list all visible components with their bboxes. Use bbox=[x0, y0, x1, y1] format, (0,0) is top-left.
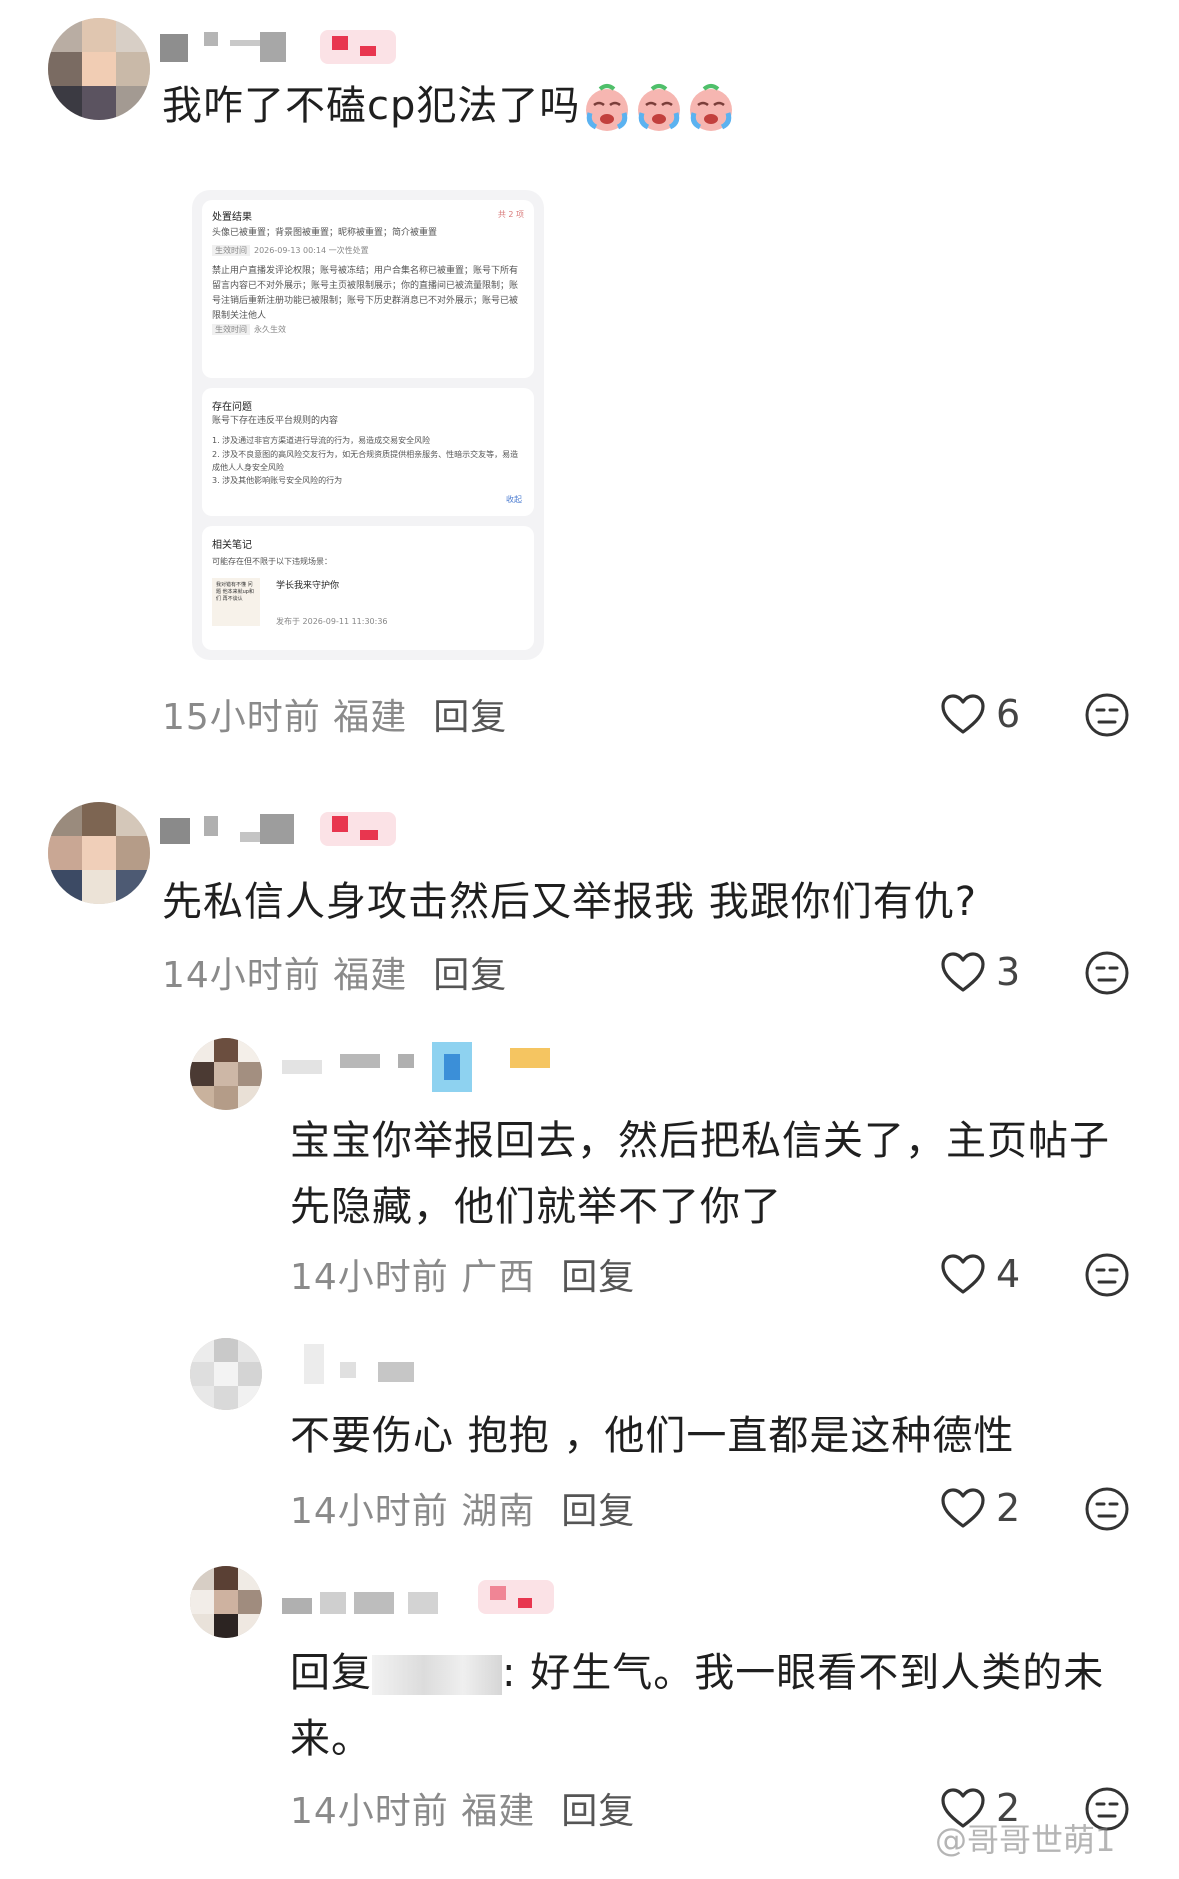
like-count: 3 bbox=[996, 950, 1021, 994]
note-title[interactable]: 学长我来守护你 bbox=[276, 578, 339, 591]
reply-button[interactable]: 回复 bbox=[561, 1257, 635, 1298]
result-line: 头像已被重置；背景图被重置；昵称被重置；简介被重置 bbox=[212, 228, 438, 238]
neutral-face-icon[interactable] bbox=[1084, 950, 1130, 996]
note-time: 发布于 2026-09-11 11:30:36 bbox=[276, 617, 388, 626]
comment-text: 我咋了不磕cp犯法了吗 bbox=[162, 78, 1062, 134]
avatar[interactable] bbox=[190, 1038, 262, 1110]
avatar[interactable] bbox=[190, 1566, 262, 1638]
effect-time: 生效时间 2026-09-13 00:14 一次性处置 bbox=[212, 245, 369, 256]
collapse-link[interactable]: 收起 bbox=[506, 494, 522, 505]
like-count: 2 bbox=[996, 1486, 1021, 1530]
attached-screenshot[interactable]: 处置结果 共 2 项 头像已被重置；背景图被重置；昵称被重置；简介被重置 生效时… bbox=[192, 190, 544, 660]
crying-face-emoji bbox=[586, 84, 629, 131]
issue-item: 3. 涉及其他影响账号安全风险的行为 bbox=[212, 476, 343, 485]
username-redacted[interactable] bbox=[160, 30, 400, 66]
reply-button[interactable]: 回复 bbox=[561, 1791, 635, 1832]
result-line: 禁止用户直播发评论权限；账号被冻结；用户合集名称已被重置；账号下所有留言内容已不… bbox=[212, 266, 519, 321]
result-count: 共 2 项 bbox=[497, 210, 524, 219]
note-thumbnail[interactable]: 我对错有不懂 问题 他本来就up和们 再不谈认 bbox=[212, 578, 260, 626]
like-count: 4 bbox=[996, 1252, 1021, 1296]
username-redacted[interactable] bbox=[160, 812, 400, 848]
like-button[interactable]: 3 bbox=[940, 950, 1020, 994]
heart-outline-icon bbox=[941, 694, 985, 734]
comment-meta: 15小时前 福建 回复 bbox=[162, 697, 508, 738]
crying-face-emoji bbox=[638, 84, 681, 131]
reply-button[interactable]: 回复 bbox=[433, 697, 507, 738]
reply-prefix: 回复 bbox=[290, 1650, 372, 1696]
neutral-face-icon[interactable] bbox=[1084, 692, 1130, 738]
like-button[interactable]: 2 bbox=[940, 1486, 1020, 1530]
comment-text: 宝宝你举报回去，然后把私信关了，主页帖子先隐藏，他们就举不了你了 bbox=[290, 1118, 1110, 1230]
mentioned-username-redacted[interactable] bbox=[372, 1655, 502, 1695]
username-redacted[interactable] bbox=[282, 1580, 572, 1616]
reply-button[interactable]: 回复 bbox=[561, 1491, 635, 1532]
watermark: @哥哥世萌1 bbox=[935, 1821, 1116, 1859]
neutral-face-icon[interactable] bbox=[1084, 1486, 1130, 1532]
like-button[interactable]: 4 bbox=[940, 1252, 1020, 1296]
comment-text: 回复: 好生气。我一眼看不到人类的未来。 bbox=[290, 1650, 1105, 1762]
heart-outline-icon bbox=[941, 952, 985, 992]
username-redacted[interactable] bbox=[290, 1344, 430, 1384]
effect-time: 生效时间 永久生效 bbox=[212, 324, 286, 335]
comment-meta: 14小时前 福建 回复 bbox=[162, 955, 508, 996]
comment-text: 先私信人身攻击然后又举报我 我跟你们有仇? bbox=[162, 879, 977, 925]
avatar[interactable] bbox=[48, 802, 150, 904]
result-panel: 处置结果 共 2 项 头像已被重置；背景图被重置；昵称被重置；简介被重置 生效时… bbox=[202, 200, 534, 378]
avatar[interactable] bbox=[48, 18, 150, 120]
comment-text: 不要伤心 抱抱 ，他们一直都是这种德性 bbox=[290, 1413, 1015, 1459]
reply-button[interactable]: 回复 bbox=[433, 955, 507, 996]
comment-meta: 14小时前 福建 回复 bbox=[290, 1791, 636, 1832]
username-redacted[interactable] bbox=[282, 1042, 552, 1092]
issue-item: 1. 涉及通过非官方渠道进行导流的行为，易造成交易安全风险 bbox=[212, 436, 431, 445]
issue-title: 存在问题 bbox=[212, 402, 252, 413]
issue-item: 2. 涉及不良意图的高风险交友行为，如无合规资质提供相亲服务、性暗示交友等，易造… bbox=[212, 450, 519, 472]
avatar[interactable] bbox=[190, 1338, 262, 1410]
comment-meta: 14小时前 广西 回复 bbox=[290, 1257, 636, 1298]
notes-sub: 可能存在但不限于以下违规场景： bbox=[212, 557, 332, 566]
notes-panel: 相关笔记 可能存在但不限于以下违规场景： 我对错有不懂 问题 他本来就up和们 … bbox=[202, 526, 534, 650]
issue-panel: 存在问题 账号下存在违反平台规则的内容 1. 涉及通过非官方渠道进行导流的行为，… bbox=[202, 388, 534, 516]
crying-face-emoji bbox=[690, 84, 733, 131]
heart-outline-icon bbox=[941, 1254, 985, 1294]
issue-sub: 账号下存在违反平台规则的内容 bbox=[212, 416, 339, 426]
like-button[interactable]: 6 bbox=[940, 692, 1020, 736]
note-thumbnail-text: 我对错有不懂 问题 他本来就up和们 再不谈认 bbox=[216, 582, 254, 602]
notes-title: 相关笔记 bbox=[212, 540, 252, 551]
result-title: 处置结果 bbox=[212, 212, 252, 223]
comment-meta: 14小时前 湖南 回复 bbox=[290, 1491, 636, 1532]
heart-outline-icon bbox=[941, 1488, 985, 1528]
like-count: 6 bbox=[996, 692, 1021, 736]
neutral-face-icon[interactable] bbox=[1084, 1252, 1130, 1298]
